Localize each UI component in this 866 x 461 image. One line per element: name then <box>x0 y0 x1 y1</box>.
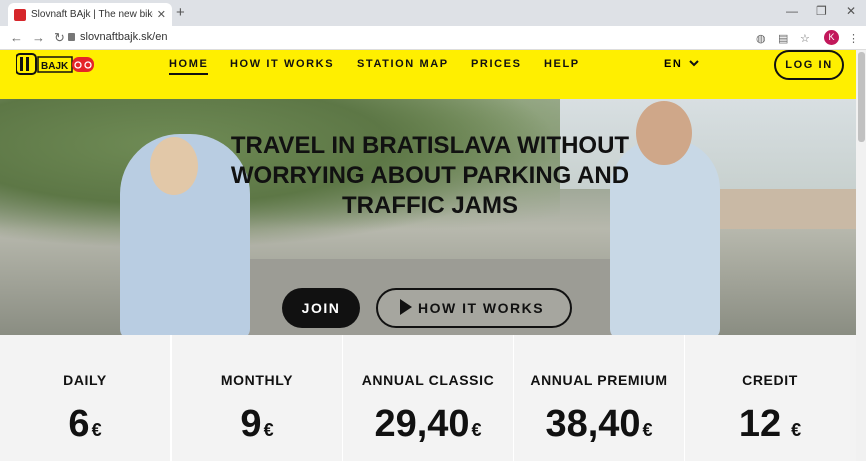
plan-card-daily[interactable]: DAILY 6 € <box>0 335 170 461</box>
translate-icon[interactable]: ▤ <box>778 32 788 45</box>
plan-card-annual-premium[interactable]: ANNUAL PREMIUM 38,40 € <box>514 335 684 461</box>
hero-photo-woman-head <box>150 137 198 195</box>
extension-icon[interactable]: ◍ <box>756 32 766 45</box>
restore-button[interactable]: ❐ <box>816 4 827 18</box>
plan-card-monthly[interactable]: MONTHLY 9 € <box>172 335 342 461</box>
plan-currency: € <box>642 420 653 440</box>
tab-close-icon[interactable]: ✕ <box>157 8 166 21</box>
plan-price: 38,40 € <box>514 403 684 446</box>
plan-price-value: 38,40 <box>545 403 641 445</box>
plan-name: ANNUAL PREMIUM <box>530 372 668 388</box>
hero-headline: TRAVEL IN BRATISLAVA WITHOUT WORRYING AB… <box>200 131 660 221</box>
nav-station-map[interactable]: STATION MAP <box>357 58 449 70</box>
url-field[interactable]: slovnaftbajk.sk/en <box>80 31 167 43</box>
tab-title: Slovnaft BAjk | The new bike sha <box>31 9 153 20</box>
hero-photo-railing <box>720 189 856 229</box>
language-label: EN <box>664 58 683 70</box>
how-it-works-button[interactable]: HOW IT WORKS <box>376 288 572 328</box>
plan-price: 29,40 € <box>343 403 513 446</box>
hero-headline-line-3: TRAFFIC JAMS <box>342 192 518 219</box>
play-icon <box>400 299 412 315</box>
hero-headline-line-2: WORRYING ABOUT PARKING AND <box>230 162 630 189</box>
scrollbar-thumb[interactable] <box>858 52 865 142</box>
nav-prices[interactable]: PRICES <box>471 58 522 70</box>
browser-tab[interactable]: Slovnaft BAjk | The new bike sha ✕ <box>8 3 172 26</box>
plan-price: 6 € <box>0 403 170 446</box>
plan-card-annual-classic[interactable]: ANNUAL CLASSIC 29,40 € <box>343 335 513 461</box>
plan-currency: € <box>791 420 802 440</box>
window-close-button[interactable]: ✕ <box>846 4 856 18</box>
forward-icon[interactable]: → <box>32 30 45 45</box>
reload-icon[interactable]: ↻ <box>54 30 65 46</box>
profile-avatar[interactable]: K <box>824 30 839 45</box>
menu-dots-icon[interactable]: ⋮ <box>848 32 859 45</box>
join-button[interactable]: JOIN <box>282 288 360 328</box>
plan-name: MONTHLY <box>220 372 294 388</box>
plan-card-credit[interactable]: CREDIT 12 € <box>685 335 856 461</box>
lock-icon <box>68 33 75 41</box>
slovnaft-bajk-logo[interactable]: BAJK <box>16 53 96 75</box>
plan-currency: € <box>91 420 102 440</box>
pricing-cards: DAILY 6 € MONTHLY 9 € ANNUAL CLASSIC 29,40… <box>0 335 856 461</box>
how-it-works-label: HOW IT WORKS <box>418 300 545 316</box>
plan-name: ANNUAL CLASSIC <box>361 372 495 388</box>
favicon-icon <box>14 8 26 21</box>
plan-price-value: 9 <box>240 403 262 445</box>
address-bar: ← → ↻ slovnaftbajk.sk/en ◍ ▤ ☆ K ⋮ <box>0 26 866 50</box>
login-button[interactable]: LOG IN <box>774 50 844 80</box>
plan-price: 12 € <box>685 403 855 446</box>
hero-headline-line-1: TRAVEL IN BRATISLAVA WITHOUT <box>230 132 630 159</box>
nav-help[interactable]: HELP <box>544 58 580 70</box>
site-header: BAJK HOME HOW IT WORKS STATION MAP PRICE… <box>0 50 856 99</box>
browser-tab-bar: Slovnaft BAjk | The new bike sha ✕ + — ❐… <box>0 0 866 26</box>
plan-price-value: 12 <box>738 403 782 445</box>
nav-how-it-works[interactable]: HOW IT WORKS <box>230 58 334 70</box>
minimize-button[interactable]: — <box>786 4 798 18</box>
plan-name: DAILY <box>63 372 107 388</box>
new-tab-button[interactable]: + <box>176 4 185 21</box>
nav-home[interactable]: HOME <box>169 58 209 75</box>
plan-price: 9 € <box>172 403 342 446</box>
logo-text: BAJK <box>41 61 69 72</box>
bookmark-star-icon[interactable]: ☆ <box>800 32 810 45</box>
back-icon[interactable]: ← <box>10 30 23 45</box>
chevron-down-icon <box>689 60 699 67</box>
plan-price-value: 29,40 <box>374 403 470 445</box>
plan-price-value: 6 <box>68 403 90 445</box>
plan-currency: € <box>471 420 482 440</box>
hero-banner: TRAVEL IN BRATISLAVA WITHOUT WORRYING AB… <box>0 99 856 335</box>
plan-currency: € <box>263 420 274 440</box>
plan-name: CREDIT <box>742 372 798 388</box>
language-selector[interactable]: EN <box>664 58 699 70</box>
